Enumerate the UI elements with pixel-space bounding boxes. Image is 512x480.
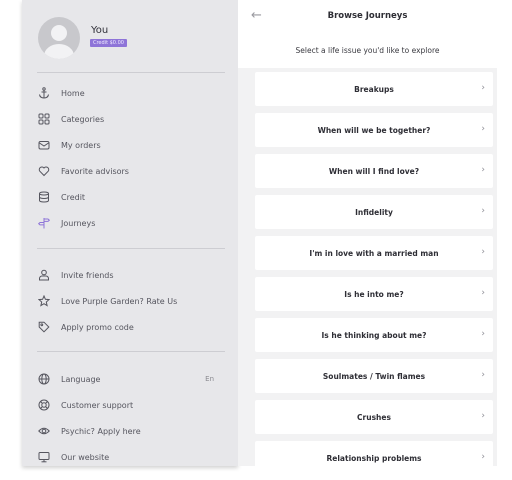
journey-item[interactable]: I'm in love with a married man › [255,236,493,270]
journey-item[interactable]: Infidelity › [255,195,493,229]
sidebar-item-label: Customer support [61,400,134,410]
journey-item[interactable]: Is he into me? › [255,277,493,311]
chevron-right-icon: › [481,124,485,134]
chevron-right-icon: › [481,329,485,339]
avatar-head-shape [51,25,67,41]
anchor-icon [37,86,51,100]
eye-icon [37,424,51,438]
sidebar-item-label: Categories [61,114,105,124]
journey-label: Is he into me? [344,289,404,299]
sidebar-item-label: My orders [61,140,101,150]
sidebar-item-home[interactable]: Home [37,84,227,102]
journey-label: When will we be together? [317,125,431,135]
sidebar-item-label: Favorite advisors [61,166,129,176]
journey-label: I'm in love with a married man [309,248,439,258]
star-icon [37,294,51,308]
browse-journeys-panel: ← Browse Journeys Select a life issue yo… [238,0,497,466]
sidebar-item-label: Invite friends [61,270,114,280]
journey-label: When will I find love? [328,166,420,176]
navigation-drawer: You Credit $0.00 Home Categories My orde… [22,0,238,466]
journey-label: Is he thinking about me? [321,330,427,340]
journey-item[interactable]: Crushes › [255,400,493,434]
page-title: Browse Journeys [327,11,408,21]
user-icon [37,268,51,282]
journey-item[interactable]: When will we be together? › [255,113,493,147]
divider [37,248,225,249]
divider [37,351,225,352]
avatar[interactable] [38,17,80,59]
journey-item[interactable]: Breakups › [255,72,493,106]
sidebar-item-label: Our website [61,452,110,462]
journey-label: Crushes [357,412,391,422]
sidebar-item-label: Psychic? Apply here [61,426,141,436]
sidebar-item-apply-promo-code[interactable]: Apply promo code [37,318,227,336]
journey-item[interactable]: Soulmates / Twin flames › [255,359,493,393]
sidebar-item-psychic-apply[interactable]: Psychic? Apply here [37,422,227,440]
journey-label: Breakups [354,84,394,94]
sidebar-item-language[interactable]: Language En [37,370,227,388]
lifebuoy-icon [37,398,51,412]
subtitle-bar: Select a life issue you'd like to explor… [238,34,497,68]
journey-label: Infidelity [355,207,393,217]
sidebar-item-credit[interactable]: Credit [37,188,227,206]
sidebar-item-customer-support[interactable]: Customer support [37,396,227,414]
sidebar-item-label: Apply promo code [61,322,134,332]
journey-item[interactable]: Is he thinking about me? › [255,318,493,352]
monitor-icon [37,450,51,464]
chevron-right-icon: › [481,288,485,298]
credit-badge: Credit $0.00 [90,39,127,47]
sidebar-item-invite-friends[interactable]: Invite friends [37,266,227,284]
globe-icon [37,372,51,386]
avatar-body-shape [44,44,74,59]
sidebar-item-label: Home [61,88,85,98]
sidebar-item-our-website[interactable]: Our website [37,448,227,466]
sidebar-item-journeys[interactable]: Journeys [37,214,227,232]
signpost-icon [37,216,51,230]
chevron-right-icon: › [481,411,485,421]
database-icon [37,190,51,204]
chevron-right-icon: › [481,452,485,462]
profile-name: You [91,25,109,36]
sidebar-item-label: Credit [61,192,86,202]
grid-icon [37,112,51,126]
sidebar-item-categories[interactable]: Categories [37,110,227,128]
sidebar-item-label: Journeys [61,218,96,228]
sidebar-item-label: Language [61,374,101,384]
language-value: En [205,375,214,383]
profile-header[interactable]: You Credit $0.00 [38,17,228,61]
page-subtitle: Select a life issue you'd like to explor… [295,46,440,55]
divider [37,72,225,73]
chevron-right-icon: › [481,206,485,216]
chevron-right-icon: › [481,247,485,257]
sidebar-item-my-orders[interactable]: My orders [37,136,227,154]
journey-label: Relationship problems [326,453,422,463]
sidebar-item-label: Love Purple Garden? Rate Us [61,296,178,306]
chevron-right-icon: › [481,370,485,380]
chevron-right-icon: › [481,165,485,175]
journey-item[interactable]: When will I find love? › [255,154,493,188]
sidebar-item-rate-us[interactable]: Love Purple Garden? Rate Us [37,292,227,310]
tag-icon [37,320,51,334]
sidebar-item-favorite-advisors[interactable]: Favorite advisors [37,162,227,180]
journey-label: Soulmates / Twin flames [322,371,426,381]
heart-icon [37,164,51,178]
top-bar: ← Browse Journeys [238,0,497,34]
chevron-right-icon: › [481,83,485,93]
envelope-icon [37,138,51,152]
journey-item[interactable]: Relationship problems › [255,441,493,466]
